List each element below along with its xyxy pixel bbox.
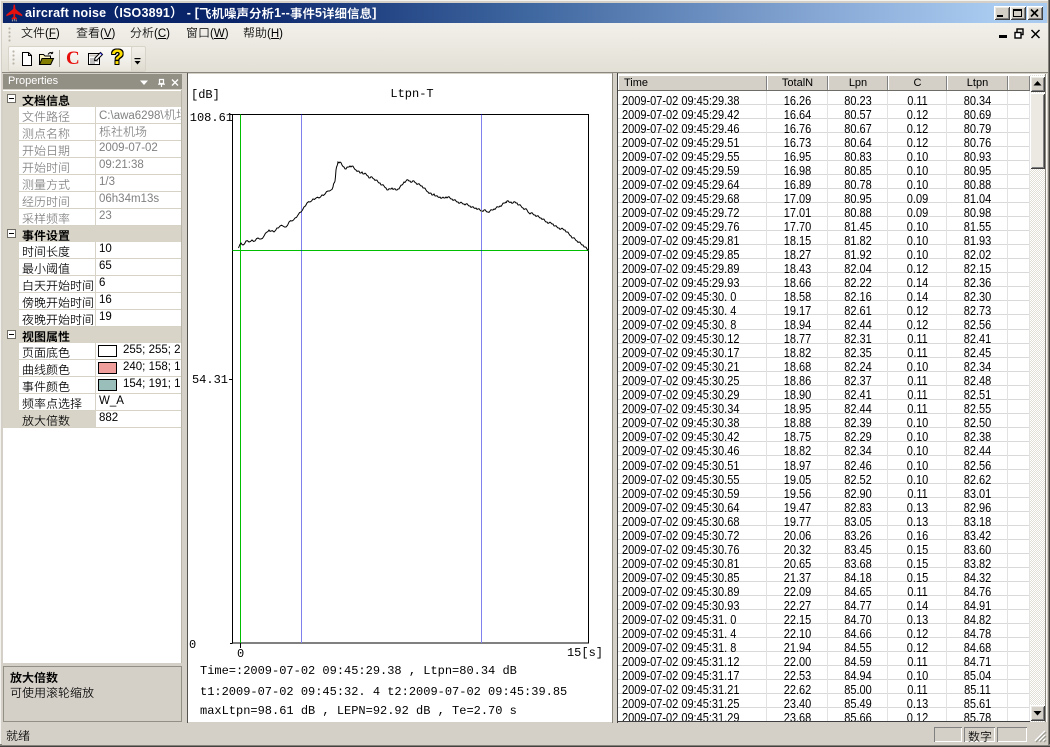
svg-text:maxLtpn=98.61 dB , LEPN=92.92: maxLtpn=98.61 dB , LEPN=92.92 dB , Te=2.… (200, 704, 517, 718)
svg-text:15[s]: 15[s] (567, 646, 603, 660)
svg-text:0: 0 (237, 647, 244, 661)
svg-text:Ltpn-T: Ltpn-T (390, 87, 433, 101)
svg-text:0: 0 (189, 638, 196, 652)
svg-text:[dB]: [dB] (191, 88, 220, 102)
svg-text:54.31: 54.31 (192, 373, 228, 387)
svg-text:Time=:2009-07-02 09:45:29.38 ,: Time=:2009-07-02 09:45:29.38 , Ltpn=80.3… (200, 664, 517, 678)
svg-text:t1:2009-07-02 09:45:32. 4 t2:2: t1:2009-07-02 09:45:32. 4 t2:2009-07-02 … (200, 685, 567, 699)
svg-text:108.61: 108.61 (190, 111, 233, 125)
